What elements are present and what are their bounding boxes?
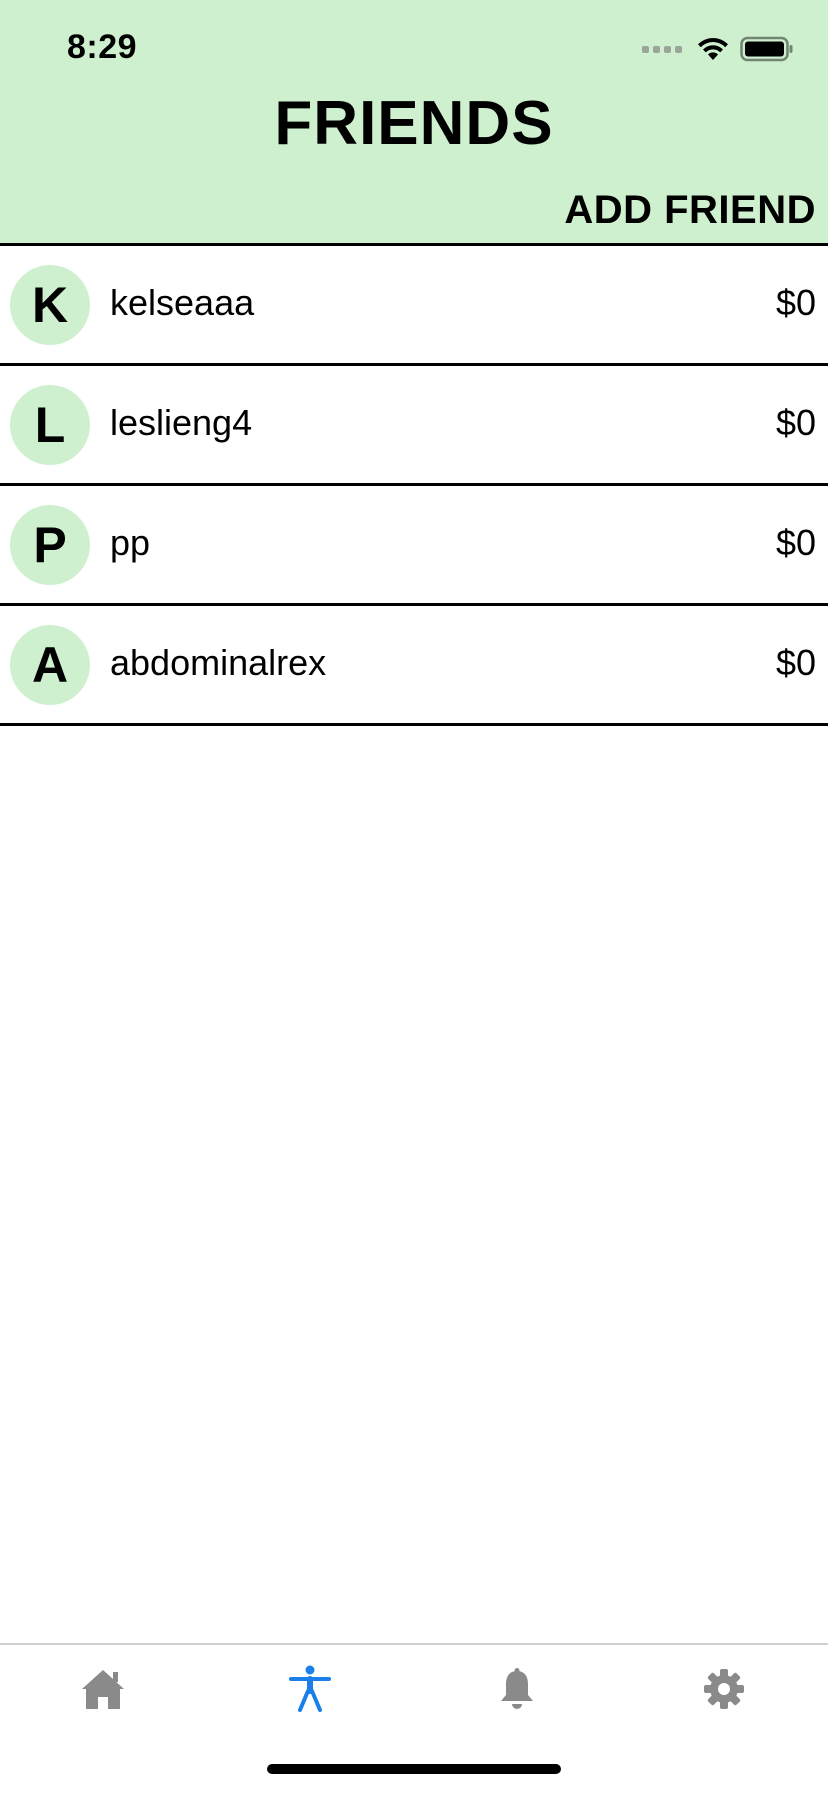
add-friend-button[interactable]: ADD FRIEND (564, 188, 816, 233)
friend-name: leslieng4 (110, 402, 253, 443)
friend-row[interactable]: A abdominalrex $0 (0, 603, 828, 726)
cellular-signal-icon (642, 45, 682, 53)
header: 8:29 FRIENDS ADD FRIEND (0, 0, 828, 244)
friend-name: kelseaaa (110, 282, 255, 323)
battery-icon (740, 36, 793, 62)
tab-settings[interactable] (694, 1659, 754, 1719)
wifi-icon (698, 37, 728, 60)
bell-icon (501, 1668, 533, 1709)
friend-row[interactable]: P pp $0 (0, 483, 828, 603)
avatar: A (10, 625, 90, 705)
tab-friends[interactable] (280, 1659, 340, 1719)
friend-list: K kelseaaa $0 L leslieng4 $0 P pp $0 A a… (0, 243, 828, 726)
avatar: P (10, 505, 90, 585)
friend-balance: $0 (775, 402, 816, 443)
friend-name: pp (110, 522, 151, 563)
friend-name: abdominalrex (110, 642, 327, 683)
gear-icon (704, 1669, 744, 1709)
friend-row[interactable]: L leslieng4 $0 (0, 363, 828, 483)
status-icons (642, 34, 794, 64)
tab-notifications[interactable] (487, 1659, 547, 1719)
avatar: K (10, 265, 90, 345)
friend-balance: $0 (775, 642, 816, 683)
home-icon (82, 1670, 124, 1709)
tab-home[interactable] (73, 1659, 133, 1719)
person-icon (289, 1665, 331, 1712)
friend-row[interactable]: K kelseaaa $0 (0, 243, 828, 363)
page-title: FRIENDS (274, 89, 554, 158)
friend-balance: $0 (775, 522, 816, 563)
status-time: 8:29 (67, 28, 138, 66)
home-indicator (267, 1764, 561, 1774)
friend-balance: $0 (775, 282, 816, 323)
avatar: L (10, 385, 90, 465)
